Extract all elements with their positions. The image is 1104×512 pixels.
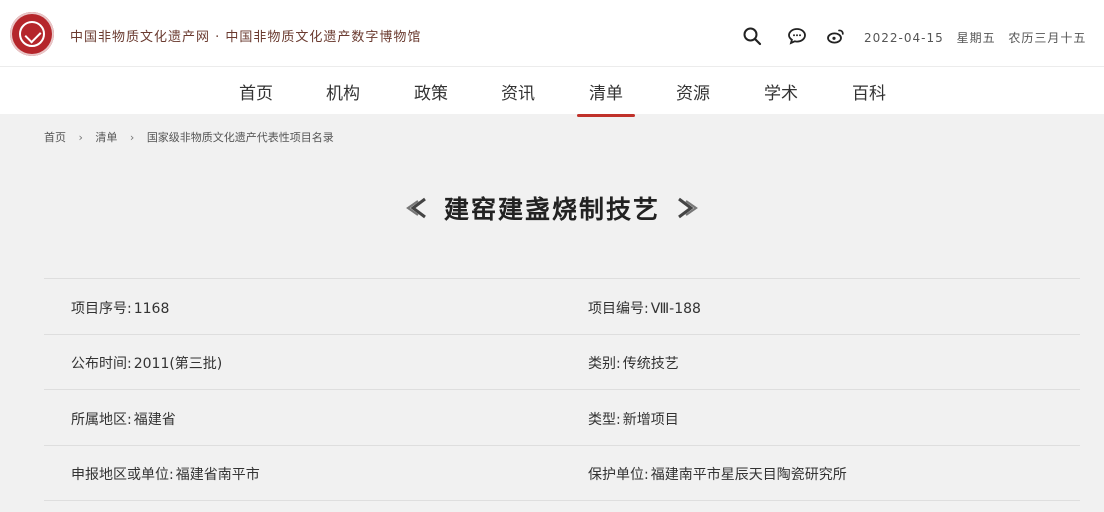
- project-type-label: 类型:: [588, 412, 621, 428]
- breadcrumb-list[interactable]: 清单: [95, 131, 117, 144]
- nav-item-list[interactable]: 清单: [577, 79, 635, 117]
- nav-item-academic[interactable]: 学术: [764, 79, 798, 104]
- publish-time: 公布时间: 2011(第三批): [71, 353, 222, 373]
- project-serial-value: 1168: [133, 301, 170, 317]
- row-divider: [44, 500, 1080, 501]
- protector: 保护单位: 福建南平市星辰天目陶瓷研究所: [588, 464, 847, 484]
- main-nav: 首页 机构 政策 资讯 清单 资源 学术 百科: [0, 66, 1104, 117]
- site-logo[interactable]: [10, 12, 54, 56]
- project-code: 项目编号: Ⅷ-188: [588, 298, 701, 318]
- breadcrumb-separator-icon: ›: [78, 131, 83, 144]
- project-code-label: 项目编号:: [588, 301, 649, 317]
- project-type: 类型: 新增项目: [588, 409, 679, 429]
- applicant-value: 福建省南平市: [175, 467, 260, 483]
- nav-item-policy[interactable]: 政策: [414, 79, 448, 104]
- date-info: 2022-04-15 星期五 农历三月十五: [864, 29, 1094, 46]
- row-divider: [44, 278, 1080, 279]
- date-text: 2022-04-15: [864, 31, 944, 45]
- row-divider: [44, 445, 1080, 446]
- nav-item-encyclopedia[interactable]: 百科: [852, 79, 886, 104]
- region: 所属地区: 福建省: [71, 409, 176, 429]
- applicant: 申报地区或单位: 福建省南平市: [71, 464, 260, 484]
- nav-item-institutions[interactable]: 机构: [326, 79, 360, 104]
- top-header: 中国非物质文化遗产网 · 中国非物质文化遗产数字博物馆 2022-04-15 星…: [0, 0, 1104, 66]
- left-ornament-icon: [405, 197, 426, 219]
- breadcrumb: 首页 › 清单 › 国家级非物质文化遗产代表性项目名录: [44, 129, 334, 145]
- weibo-icon[interactable]: [826, 26, 846, 46]
- nav-item-news[interactable]: 资讯: [501, 79, 535, 104]
- category: 类别: 传统技艺: [588, 353, 679, 373]
- right-ornament-icon: [678, 197, 699, 219]
- protector-value: 福建南平市星辰天目陶瓷研究所: [650, 467, 847, 483]
- chat-icon[interactable]: [787, 26, 807, 46]
- weekday-text: 星期五: [956, 31, 996, 45]
- row-divider: [44, 334, 1080, 335]
- publish-time-value: 2011(第三批): [133, 356, 223, 372]
- category-value: 传统技艺: [622, 356, 679, 372]
- project-serial: 项目序号: 1168: [71, 298, 169, 318]
- project-serial-label: 项目序号:: [71, 301, 132, 317]
- protector-label: 保护单位:: [588, 467, 649, 483]
- breadcrumb-separator-icon: ›: [129, 131, 135, 144]
- breadcrumb-current[interactable]: 国家级非物质文化遗产代表性项目名录: [147, 131, 334, 144]
- search-icon[interactable]: [742, 26, 762, 46]
- project-code-value: Ⅷ-188: [650, 301, 701, 317]
- title-section: 建窑建盏烧制技艺: [0, 190, 1104, 226]
- breadcrumb-home[interactable]: 首页: [44, 131, 66, 144]
- applicant-label: 申报地区或单位:: [71, 467, 174, 483]
- region-label: 所属地区:: [71, 412, 132, 428]
- nav-item-resources[interactable]: 资源: [676, 79, 710, 104]
- page-title: 建窑建盏烧制技艺: [443, 195, 660, 224]
- lunar-date-text: 农历三月十五: [1008, 31, 1087, 45]
- category-label: 类别:: [588, 356, 621, 372]
- publish-time-label: 公布时间:: [71, 356, 132, 372]
- nav-item-home[interactable]: 首页: [239, 79, 273, 104]
- site-name[interactable]: 中国非物质文化遗产网 · 中国非物质文化遗产数字博物馆: [70, 26, 421, 45]
- project-type-value: 新增项目: [622, 412, 679, 428]
- row-divider: [44, 389, 1080, 390]
- region-value: 福建省: [133, 412, 176, 428]
